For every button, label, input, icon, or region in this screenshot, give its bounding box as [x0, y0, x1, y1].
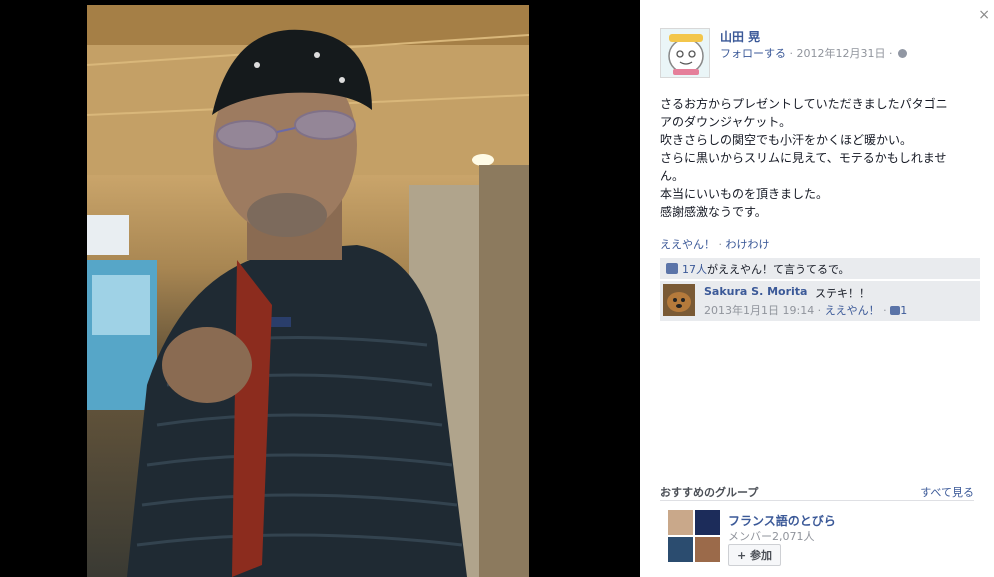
group-members: メンバー2,071人 — [728, 530, 815, 543]
post-detail-panel: × 山田 晃 フォローする · 2012年12月31日 · さるお方からプレゼン… — [640, 0, 994, 577]
post-actions: ええやん！ · わけわけ — [660, 236, 770, 252]
group-thumb-tile — [695, 510, 720, 535]
comment-time: 2013年1月1日 19:14 · — [704, 304, 825, 317]
suggested-groups-title: おすすめのグループ — [660, 486, 759, 499]
commenter-avatar-illustration — [663, 284, 695, 316]
share-link[interactable]: わけわけ — [726, 238, 770, 251]
divider — [660, 500, 974, 501]
comment-item: Sakura S. Morita ステキ！！ 2013年1月1日 19:14 ·… — [660, 281, 980, 321]
globe-icon — [897, 49, 907, 58]
author-avatar[interactable] — [660, 28, 710, 78]
action-separator: · — [715, 238, 726, 251]
post-line: さらに黒いからスリムに見えて、モテるかもしれませ — [660, 151, 947, 165]
close-icon[interactable]: × — [978, 7, 990, 23]
likes-text: がええやん！て言うてるで。 — [707, 263, 850, 276]
author-name[interactable]: 山田 晃 — [720, 28, 760, 45]
comment-text: ステキ！！ — [815, 287, 870, 300]
group-name[interactable]: フランス語のとびら — [728, 512, 836, 529]
likes-count[interactable]: 17人 — [682, 263, 707, 276]
post-text: さるお方からプレゼントしていただきましたパタゴニ アのダウンジャケット。 吹きさ… — [660, 95, 978, 221]
post-line: ん。 — [660, 169, 685, 183]
comment-like-count[interactable]: 1 — [900, 304, 907, 317]
photo-stage — [0, 0, 640, 577]
post-line: さるお方からプレゼントしていただきましたパタゴニ — [660, 97, 948, 111]
comment-meta: 2013年1月1日 19:14 · ええやん！ · 1 — [704, 302, 907, 318]
commenter-avatar[interactable] — [663, 284, 695, 316]
post-photo[interactable] — [87, 5, 529, 577]
thumbs-up-icon — [666, 263, 678, 274]
avatar-illustration — [661, 29, 709, 77]
post-line: 感謝感激なうです。 — [660, 205, 767, 219]
post-line: アのダウンジャケット。 — [660, 115, 792, 129]
group-thumbnail[interactable] — [668, 510, 720, 562]
likes-summary: 17人がええやん！て言うてるで。 — [660, 258, 980, 279]
like-link[interactable]: ええやん！ — [660, 238, 715, 251]
thumbs-up-icon — [890, 306, 901, 315]
photo-illustration — [87, 5, 529, 577]
group-thumb-tile — [695, 537, 720, 562]
see-all-link[interactable]: すべて見る — [920, 484, 974, 500]
post-meta: フォローする · 2012年12月31日 · — [720, 45, 907, 61]
commenter-name[interactable]: Sakura S. Morita — [704, 285, 807, 298]
post-line: 本当にいいものを頂きました。 — [660, 187, 829, 201]
post-line: 吹きさらしの関空でも小汗をかくほど暖かい。 — [660, 133, 913, 147]
join-group-button[interactable]: + 参加 — [728, 544, 782, 566]
comment-like-link[interactable]: ええやん！ — [825, 304, 880, 317]
suggested-groups-header: おすすめのグループ すべて見る — [660, 484, 974, 500]
comment-sep: · — [879, 304, 891, 317]
follow-link[interactable]: フォローする — [720, 47, 786, 60]
group-thumb-tile — [668, 510, 693, 535]
group-thumb-tile — [668, 537, 693, 562]
post-date: · 2012年12月31日 · — [786, 47, 896, 60]
